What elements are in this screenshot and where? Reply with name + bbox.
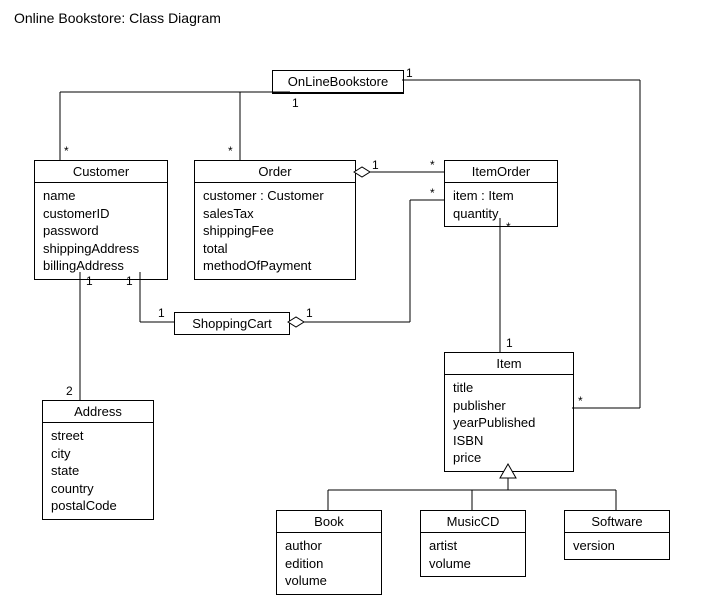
mult: * (64, 144, 69, 158)
mult: * (578, 394, 583, 408)
mult: 1 (126, 274, 133, 288)
mult: 1 (86, 274, 93, 288)
mult: 1 (292, 96, 299, 110)
mult: 1 (372, 158, 379, 172)
mult: * (430, 186, 435, 200)
mult: * (430, 158, 435, 172)
mult: * (506, 220, 511, 234)
mult: 2 (66, 384, 73, 398)
mult: * (228, 144, 233, 158)
connector-layer (0, 0, 702, 610)
mult: 1 (506, 336, 513, 350)
mult: 1 (158, 306, 165, 320)
mult: 1 (406, 66, 413, 80)
mult: 1 (306, 306, 313, 320)
diagram-canvas: Online Bookstore: Class Diagram OnLineBo… (0, 0, 702, 610)
